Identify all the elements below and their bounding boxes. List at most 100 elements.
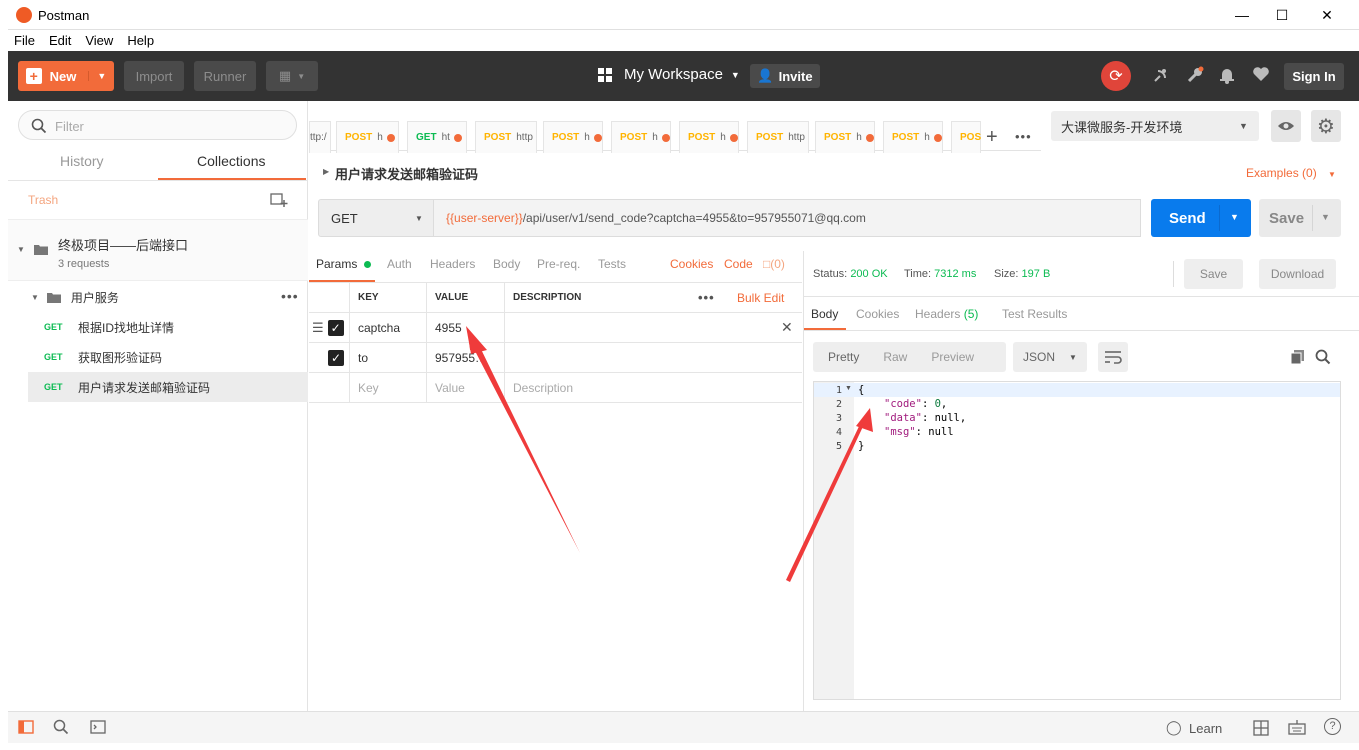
param-description[interactable]: [505, 343, 802, 373]
caret-down-icon[interactable]: ▼: [31, 293, 39, 302]
more-icon[interactable]: •••: [698, 290, 715, 305]
param-description[interactable]: ✕: [505, 313, 802, 343]
sidebar-toggle-icon[interactable]: [18, 720, 34, 734]
request-tab[interactable]: POST http: [747, 121, 809, 153]
collection-item[interactable]: ▼ 终极项目——后端接口 3 requests: [8, 219, 308, 281]
tab-collections[interactable]: Collections: [197, 153, 265, 169]
chevron-down-icon[interactable]: ▼: [88, 71, 106, 81]
code-link[interactable]: Code: [724, 257, 753, 271]
new-key-input[interactable]: Key: [350, 373, 427, 403]
sign-in-button[interactable]: Sign In: [1284, 63, 1344, 90]
view-raw[interactable]: Raw: [883, 350, 907, 364]
keyboard-shortcuts-icon[interactable]: [1288, 719, 1306, 735]
examples-dropdown[interactable]: Examples (0) ▼: [1246, 166, 1336, 180]
wrench-icon[interactable]: [1186, 66, 1206, 86]
menu-help[interactable]: Help: [127, 33, 154, 48]
sync-icon[interactable]: ⟳: [1101, 61, 1131, 91]
invite-button[interactable]: 👤 Invite: [750, 64, 820, 88]
chevron-down-icon[interactable]: ▼: [1230, 212, 1239, 222]
bulk-edit-link[interactable]: Bulk Edit: [737, 291, 784, 305]
environment-select[interactable]: 大课微服务-开发环境 ▼: [1051, 111, 1259, 141]
quick-look-button[interactable]: [1271, 110, 1301, 142]
learn-link[interactable]: Learn: [1189, 721, 1222, 736]
row-checkbox[interactable]: ✓: [327, 319, 344, 336]
bell-icon[interactable]: [1219, 66, 1239, 86]
request-tab[interactable]: POST h: [883, 121, 943, 153]
view-pretty[interactable]: Pretty: [828, 350, 859, 364]
chevron-down-icon[interactable]: ▼: [1321, 212, 1330, 222]
help-icon[interactable]: ?: [1324, 718, 1341, 735]
import-button[interactable]: Import: [124, 61, 184, 91]
response-body-editor[interactable]: 1 ▼ 2 3 4 5 { "code": 0, "data": null, "…: [813, 381, 1341, 700]
method-select[interactable]: GET ▼: [318, 199, 434, 237]
manage-environments-button[interactable]: ⚙: [1311, 110, 1341, 142]
folder-item[interactable]: ▼ 用户服务 •••: [8, 282, 308, 312]
tab-params[interactable]: Params: [316, 257, 371, 271]
request-tab[interactable]: POST http: [475, 121, 537, 153]
param-key[interactable]: captcha: [350, 313, 427, 343]
tab-history[interactable]: History: [60, 153, 104, 169]
request-tab[interactable]: POS: [951, 121, 981, 153]
copy-icon[interactable]: [1290, 349, 1305, 365]
two-pane-icon[interactable]: [1253, 720, 1269, 736]
new-window-button[interactable]: ▦ ▼: [266, 61, 318, 91]
tab-response-cookies[interactable]: Cookies: [856, 307, 899, 321]
new-value-input[interactable]: Value: [427, 373, 505, 403]
request-item[interactable]: GET 获取图形验证码: [8, 342, 308, 372]
search-icon[interactable]: [1315, 349, 1331, 365]
tab-headers[interactable]: Headers: [430, 257, 475, 271]
param-value[interactable]: 957955…: [427, 343, 505, 373]
url-input[interactable]: {{user-server}}/api/user/v1/send_code?ca…: [434, 199, 1141, 237]
view-preview[interactable]: Preview: [931, 350, 974, 364]
caret-right-icon[interactable]: ▶: [323, 167, 329, 176]
request-tab[interactable]: POST h: [543, 121, 603, 153]
request-tab[interactable]: POST h: [336, 121, 399, 153]
filter-input[interactable]: Filter: [18, 110, 297, 140]
pane-divider[interactable]: [803, 251, 804, 711]
save-response-button[interactable]: Save: [1184, 259, 1243, 289]
runner-button[interactable]: Runner: [194, 61, 256, 91]
request-tab[interactable]: GET ht: [407, 121, 467, 153]
param-value[interactable]: 4955: [427, 313, 505, 343]
send-button[interactable]: Send ▼: [1151, 199, 1251, 237]
format-select[interactable]: JSON ▼: [1013, 342, 1087, 372]
trash-link[interactable]: Trash: [28, 193, 58, 207]
maximize-icon[interactable]: ☐: [1262, 4, 1302, 26]
new-collection-icon[interactable]: [270, 192, 288, 208]
menu-edit[interactable]: Edit: [49, 33, 71, 48]
request-item-active[interactable]: GET 用户请求发送邮箱验证码: [8, 372, 308, 402]
menu-view[interactable]: View: [85, 33, 113, 48]
delete-row-icon[interactable]: ✕: [781, 319, 793, 336]
save-button[interactable]: Save ▼: [1259, 199, 1341, 237]
request-tab[interactable]: POST h: [815, 121, 875, 153]
find-icon[interactable]: [53, 719, 69, 735]
tab-response-body[interactable]: Body: [811, 307, 838, 321]
param-key[interactable]: to: [350, 343, 427, 373]
more-tabs-icon[interactable]: •••: [1015, 129, 1032, 144]
tab-body[interactable]: Body: [493, 257, 520, 271]
heart-icon[interactable]: [1252, 66, 1272, 86]
drag-handle-icon[interactable]: ☰: [312, 320, 324, 336]
tab-test-results[interactable]: Test Results: [1002, 307, 1067, 321]
request-tab[interactable]: ttp:/: [309, 121, 331, 153]
tab-tests[interactable]: Tests: [598, 257, 626, 271]
console-icon[interactable]: [90, 720, 106, 734]
comments-button[interactable]: □(0): [763, 257, 785, 271]
request-tab[interactable]: POST h: [611, 121, 671, 153]
minimize-icon[interactable]: —: [1222, 4, 1262, 26]
row-checkbox[interactable]: ✓: [328, 349, 344, 366]
close-icon[interactable]: ✕: [1307, 4, 1347, 26]
new-button[interactable]: + New ▼: [18, 61, 114, 91]
tab-prerequest[interactable]: Pre-req.: [537, 257, 580, 271]
download-button[interactable]: Download: [1259, 259, 1336, 289]
add-tab-icon[interactable]: +: [986, 126, 998, 149]
fold-caret-icon[interactable]: ▼: [845, 385, 852, 392]
wrap-lines-button[interactable]: [1098, 342, 1128, 372]
tab-auth[interactable]: Auth: [387, 257, 412, 271]
workspace-switcher[interactable]: My Workspace ▼: [598, 66, 740, 83]
menu-file[interactable]: File: [14, 33, 35, 48]
request-item[interactable]: GET 根据ID找地址详情: [8, 312, 308, 342]
more-icon[interactable]: •••: [281, 288, 299, 304]
cookies-link[interactable]: Cookies: [670, 257, 713, 271]
satellite-icon[interactable]: [1152, 66, 1172, 86]
